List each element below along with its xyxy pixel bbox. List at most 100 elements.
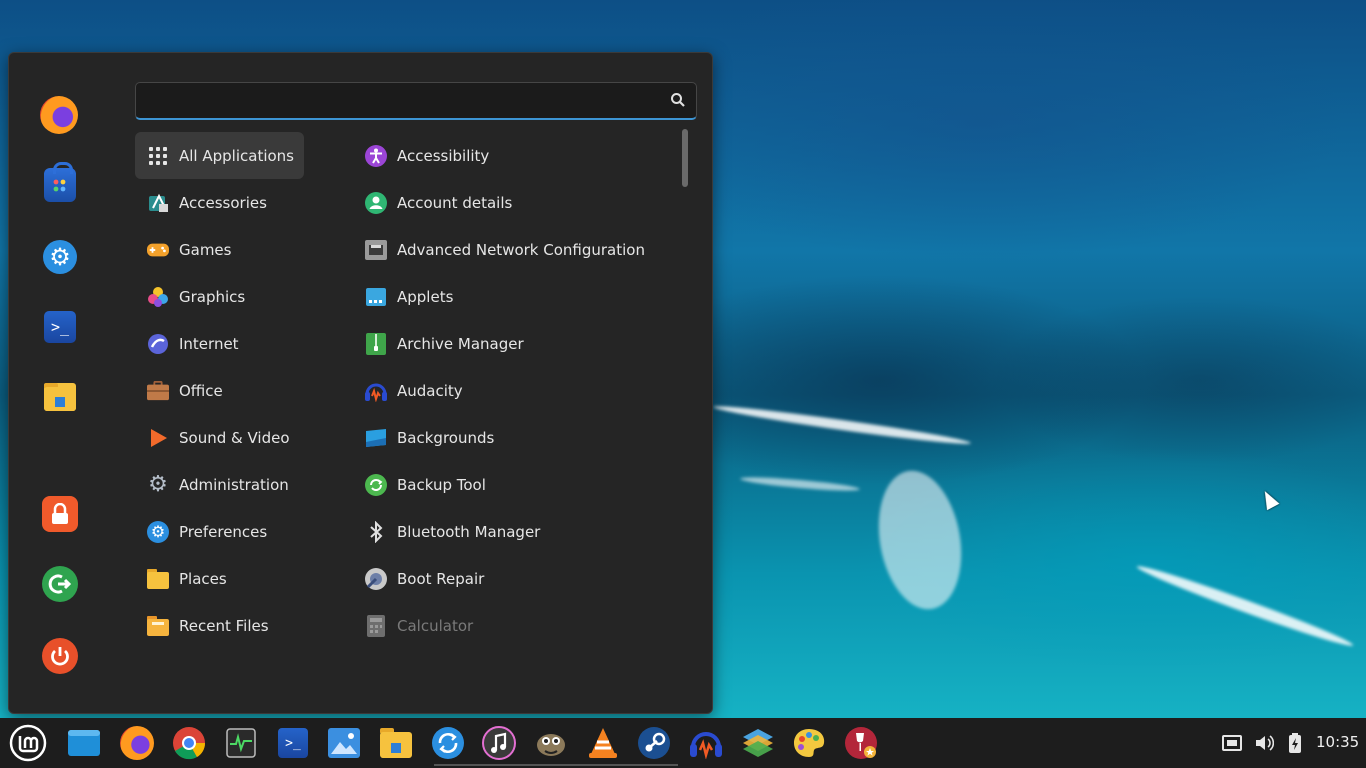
network-icon[interactable] [1221, 732, 1243, 754]
category-label: Preferences [179, 522, 268, 541]
category-administration[interactable]: ⚙ Administration [135, 461, 292, 508]
mint-menu-icon[interactable] [9, 724, 47, 762]
gimp-icon[interactable] [532, 724, 570, 762]
wine-icon[interactable] [842, 724, 880, 762]
category-label: All Applications [179, 146, 294, 165]
system-monitor-icon[interactable] [222, 724, 260, 762]
category-label: Accessories [179, 193, 267, 212]
category-all-applications[interactable]: All Applications [135, 132, 304, 179]
category-label: Internet [179, 334, 239, 353]
category-recent-files[interactable]: Recent Files [135, 602, 292, 649]
audacity-icon[interactable] [687, 724, 725, 762]
category-label: Graphics [179, 287, 246, 306]
internet-icon [147, 333, 169, 355]
category-label: Recent Files [179, 616, 269, 635]
category-sound-video[interactable]: Sound & Video [135, 414, 292, 461]
backgrounds-icon [364, 426, 388, 450]
app-label: Backgrounds [397, 428, 495, 447]
app-calculator[interactable]: Calculator [354, 602, 684, 649]
category-label: Administration [179, 475, 289, 494]
search-box [135, 82, 697, 120]
volume-icon[interactable] [1253, 732, 1275, 754]
office-icon [147, 380, 169, 402]
app-label: Advanced Network Configuration [397, 240, 645, 259]
search-icon [671, 93, 685, 107]
calculator-icon [364, 614, 388, 638]
app-account-details[interactable]: Account details [354, 179, 684, 226]
update-manager-icon[interactable] [429, 724, 467, 762]
app-list-scrollbar[interactable] [682, 129, 688, 187]
favorite-system-settings-icon[interactable]: ⚙ [43, 240, 77, 274]
app-audacity[interactable]: Audacity [354, 367, 684, 414]
favorite-terminal-icon[interactable]: >_ [44, 311, 76, 343]
app-boot-repair[interactable]: Boot Repair [354, 555, 684, 602]
recent-files-icon [147, 615, 169, 637]
layers-icon[interactable] [739, 724, 777, 762]
archive-manager-icon [364, 332, 388, 356]
category-accessories[interactable]: Accessories [135, 179, 292, 226]
category-internet[interactable]: Internet [135, 320, 292, 367]
app-label: Backup Tool [397, 475, 486, 494]
graphics-icon [147, 286, 169, 308]
audacity-icon [364, 379, 388, 403]
category-games[interactable]: Games [135, 226, 292, 273]
application-list: Accessibility Account details Advanced N… [354, 132, 684, 649]
category-office[interactable]: Office [135, 367, 292, 414]
accessibility-icon [364, 144, 388, 168]
application-menu: ⚙ >_ All Applications Accessories Games … [8, 52, 713, 714]
search-input[interactable] [146, 88, 660, 114]
active-window-indicator [434, 764, 678, 766]
applets-icon [364, 285, 388, 309]
app-backgrounds[interactable]: Backgrounds [354, 414, 684, 461]
app-label: Applets [397, 287, 454, 306]
category-label: Places [179, 569, 227, 588]
chrome-icon[interactable] [170, 724, 208, 762]
terminal-icon[interactable]: >_ [274, 724, 312, 762]
app-accessibility[interactable]: Accessibility [354, 132, 684, 179]
places-icon [147, 568, 169, 590]
firefox-icon[interactable] [118, 724, 156, 762]
steam-icon[interactable] [635, 724, 673, 762]
all-applications-icon [147, 145, 169, 167]
clock[interactable]: 10:35 [1316, 733, 1359, 751]
preferences-icon: ⚙ [147, 520, 169, 543]
category-label: Games [179, 240, 232, 259]
app-advanced-network-configuration[interactable]: Advanced Network Configuration [354, 226, 684, 273]
battery-icon[interactable] [1284, 732, 1306, 754]
accessories-icon [147, 192, 169, 214]
taskbar: >_ 10:35 [0, 718, 1366, 768]
administration-icon: ⚙ [148, 471, 168, 497]
app-label: Accessibility [397, 146, 490, 165]
app-archive-manager[interactable]: Archive Manager [354, 320, 684, 367]
category-graphics[interactable]: Graphics [135, 273, 292, 320]
app-applets[interactable]: Applets [354, 273, 684, 320]
backup-tool-icon [364, 473, 388, 497]
rhythmbox-icon[interactable] [480, 724, 518, 762]
vlc-icon[interactable] [584, 724, 622, 762]
app-label: Boot Repair [397, 569, 485, 588]
favorite-files-icon[interactable] [44, 383, 76, 411]
image-viewer-icon[interactable] [325, 724, 363, 762]
app-backup-tool[interactable]: Backup Tool [354, 461, 684, 508]
category-preferences[interactable]: ⚙ Preferences [135, 508, 292, 555]
show-desktop-icon[interactable] [65, 724, 103, 762]
shutdown-icon[interactable] [42, 638, 78, 674]
sound-video-icon [147, 427, 169, 449]
app-label: Archive Manager [397, 334, 524, 353]
color-palette-icon[interactable] [790, 724, 828, 762]
logout-icon[interactable] [42, 566, 78, 602]
app-bluetooth-manager[interactable]: Bluetooth Manager [354, 508, 684, 555]
favorite-firefox-icon[interactable] [40, 96, 78, 134]
app-label: Account details [397, 193, 513, 212]
favorites-sidebar: ⚙ >_ [9, 53, 114, 713]
favorite-software-manager-icon[interactable] [44, 162, 76, 202]
games-icon [147, 239, 169, 261]
bluetooth-icon [364, 520, 388, 544]
files-icon[interactable] [377, 724, 415, 762]
boot-repair-icon [364, 567, 388, 591]
app-label: Audacity [397, 381, 463, 400]
category-list: All Applications Accessories Games Graph… [135, 132, 345, 649]
category-places[interactable]: Places [135, 555, 292, 602]
lock-screen-icon[interactable] [42, 496, 78, 532]
app-label: Bluetooth Manager [397, 522, 541, 541]
